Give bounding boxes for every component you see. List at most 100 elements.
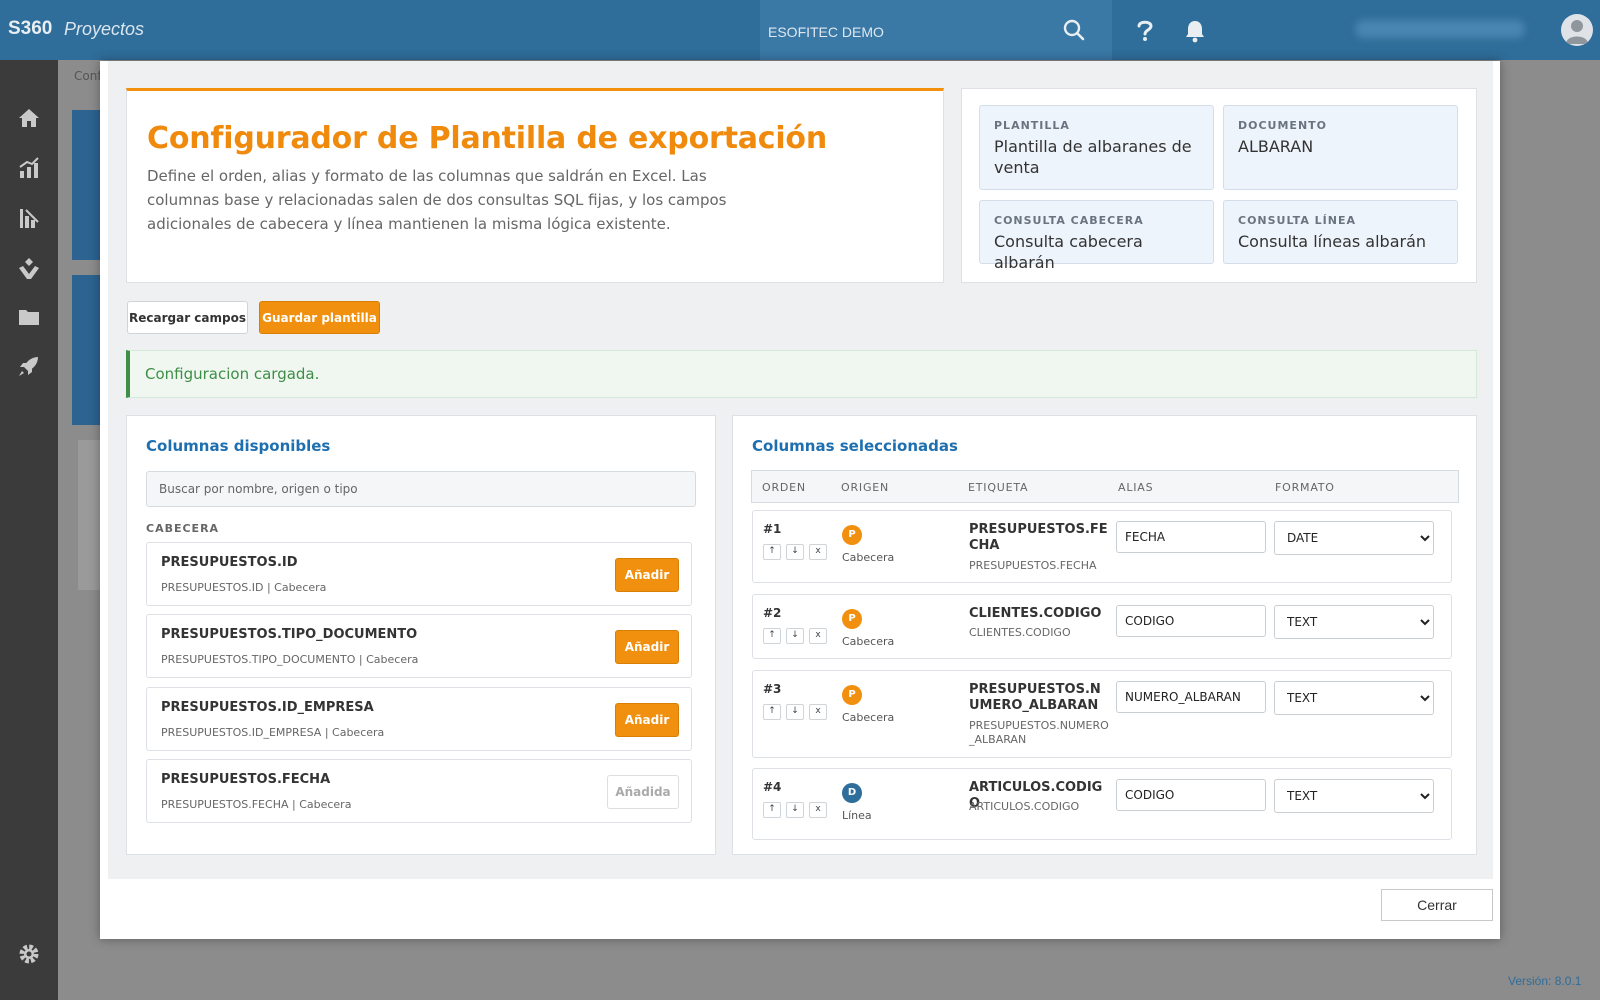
breadcrumb: Conf	[74, 69, 102, 83]
origin-badge: P	[842, 685, 862, 705]
origin-badge: P	[842, 609, 862, 629]
alias-input[interactable]	[1116, 605, 1266, 637]
rocket-icon[interactable]	[17, 354, 41, 378]
search-icon[interactable]	[1062, 18, 1086, 42]
column-name: PRESUPUESTOS.FECHA	[161, 772, 331, 787]
add-column-button[interactable]: Añadir	[615, 703, 679, 737]
page-description: Define el orden, alias y formato de las …	[147, 167, 727, 233]
bell-icon[interactable]	[1184, 19, 1206, 43]
meta-consulta-linea: CONSULTA LÍNEA Consulta líneas albarán	[1223, 200, 1458, 264]
background-panel	[78, 440, 102, 590]
chart-icon[interactable]	[17, 206, 41, 230]
meta-consulta-cabecera: CONSULTA CABECERA Consulta cabecera alba…	[979, 200, 1214, 272]
modal-body: Configurador de Plantilla de exportación…	[108, 61, 1493, 879]
meta-label: DOCUMENTO	[1238, 119, 1328, 132]
version-label: Versión: 8.0.1	[1508, 974, 1582, 988]
origin-badge: D	[842, 783, 862, 803]
meta-label: CONSULTA LÍNEA	[1238, 214, 1357, 227]
reload-fields-button[interactable]: Recargar campos	[127, 301, 248, 334]
remove-button[interactable]: x	[809, 704, 827, 720]
meta-plantilla: PLANTILLA Plantilla de albaranes de vent…	[979, 105, 1214, 190]
move-up-button[interactable]: ↑	[763, 628, 781, 644]
row-order: #3	[763, 682, 782, 696]
available-column-item: PRESUPUESTOS.ID_EMPRESA PRESUPUESTOS.ID_…	[146, 687, 692, 751]
format-select[interactable]: TEXT	[1274, 779, 1434, 813]
help-icon[interactable]	[1135, 18, 1155, 42]
available-column-item: PRESUPUESTOS.ID PRESUPUESTOS.ID | Cabece…	[146, 542, 692, 606]
row-order: #4	[763, 780, 782, 794]
sidebar	[0, 60, 58, 1000]
alias-input[interactable]	[1116, 681, 1266, 713]
group-label-cabecera: CABECERA	[146, 522, 220, 535]
added-column-button: Añadida	[607, 775, 679, 809]
move-down-button[interactable]: ↓	[786, 802, 804, 818]
meta-value: Consulta cabecera albarán	[994, 232, 1143, 272]
meta-label: PLANTILLA	[994, 119, 1070, 132]
hero-card: Configurador de Plantilla de exportación…	[126, 88, 944, 283]
move-up-button[interactable]: ↑	[763, 704, 781, 720]
row-origin: Cabecera	[842, 551, 895, 564]
column-source: PRESUPUESTOS.TIPO_DOCUMENTO | Cabecera	[161, 653, 419, 666]
row-origin: Cabecera	[842, 635, 895, 648]
header-orden: ORDEN	[762, 481, 806, 494]
available-column-item: PRESUPUESTOS.TIPO_DOCUMENTO PRESUPUESTOS…	[146, 614, 692, 678]
column-source: PRESUPUESTOS.FECHA | Cabecera	[161, 798, 352, 811]
column-name: PRESUPUESTOS.ID_EMPRESA	[161, 700, 374, 715]
meta-value: ALBARAN	[1238, 137, 1314, 156]
available-column-item: PRESUPUESTOS.FECHA PRESUPUESTOS.FECHA | …	[146, 759, 692, 823]
remove-button[interactable]: x	[809, 544, 827, 560]
gear-icon[interactable]	[17, 942, 41, 966]
row-label-source: PRESUPUESTOS.NUMERO_ALBARAN	[969, 719, 1109, 746]
analytics-icon[interactable]	[17, 156, 41, 180]
add-column-button[interactable]: Añadir	[615, 558, 679, 592]
move-up-button[interactable]: ↑	[763, 544, 781, 560]
row-label: PRESUPUESTOS.NUMERO_ALBARAN	[969, 682, 1101, 713]
add-column-button[interactable]: Añadir	[615, 630, 679, 664]
row-order: #1	[763, 522, 782, 536]
meta-documento: DOCUMENTO ALBARAN	[1223, 105, 1458, 190]
home-icon[interactable]	[17, 106, 41, 130]
format-select[interactable]: TEXT	[1274, 605, 1434, 639]
column-name: PRESUPUESTOS.ID	[161, 555, 298, 570]
selected-columns-panel: Columnas seleccionadas ORDEN ORIGEN ETIQ…	[732, 415, 1477, 855]
app-name: Proyectos	[64, 19, 145, 39]
row-order: #2	[763, 606, 782, 620]
row-origin: Cabecera	[842, 711, 895, 724]
column-source: PRESUPUESTOS.ID_EMPRESA | Cabecera	[161, 726, 385, 739]
origin-badge: P	[842, 525, 862, 545]
selected-columns-title: Columnas seleccionadas	[752, 437, 958, 455]
remove-button[interactable]: x	[809, 628, 827, 644]
header-etiqueta: ETIQUETA	[968, 481, 1029, 494]
global-search-area[interactable]: ESOFITEC DEMO	[760, 0, 1112, 60]
close-button[interactable]: Cerrar	[1381, 889, 1493, 921]
move-down-button[interactable]: ↓	[786, 628, 804, 644]
row-label: PRESUPUESTOS.FECHA	[969, 522, 1108, 553]
format-select[interactable]: DATE	[1274, 521, 1434, 555]
row-label-source: PRESUPUESTOS.FECHA	[969, 559, 1097, 572]
remove-button[interactable]: x	[809, 802, 827, 818]
alias-input[interactable]	[1116, 779, 1266, 811]
meta-value: Consulta líneas albarán	[1238, 232, 1427, 251]
row-label: CLIENTES.CODIGO	[969, 606, 1102, 621]
meta-value: Plantilla de albaranes de venta	[994, 137, 1192, 177]
column-name: PRESUPUESTOS.TIPO_DOCUMENTO	[161, 627, 418, 642]
save-template-button[interactable]: Guardar plantilla	[259, 301, 380, 334]
selected-column-row: #4 ↑ ↓ x D Línea ARTICULOS.CODIGO ARTICU…	[752, 768, 1452, 840]
move-down-button[interactable]: ↓	[786, 704, 804, 720]
column-search-input[interactable]	[146, 471, 696, 507]
selected-columns-list[interactable]: #1 ↑ ↓ x P Cabecera PRESUPUESTOS.FECHA P…	[751, 510, 1459, 850]
hands-icon[interactable]	[17, 256, 41, 280]
selected-columns-header: ORDEN ORIGEN ETIQUETA ALIAS FORMATO	[751, 470, 1459, 503]
move-down-button[interactable]: ↓	[786, 544, 804, 560]
alias-input[interactable]	[1116, 521, 1266, 553]
format-select[interactable]: TEXT	[1274, 681, 1434, 715]
row-label-source: CLIENTES.CODIGO	[969, 626, 1071, 639]
move-up-button[interactable]: ↑	[763, 802, 781, 818]
folder-icon[interactable]	[17, 305, 41, 329]
selected-column-row: #3 ↑ ↓ x P Cabecera PRESUPUESTOS.NUMERO_…	[752, 670, 1452, 758]
available-columns-panel: Columnas disponibles CABECERA PRESUPUEST…	[126, 415, 716, 855]
column-source: PRESUPUESTOS.ID | Cabecera	[161, 581, 327, 594]
user-avatar-icon[interactable]	[1561, 14, 1593, 46]
header-alias: ALIAS	[1118, 481, 1154, 494]
brand-logo[interactable]: S360	[8, 18, 52, 40]
